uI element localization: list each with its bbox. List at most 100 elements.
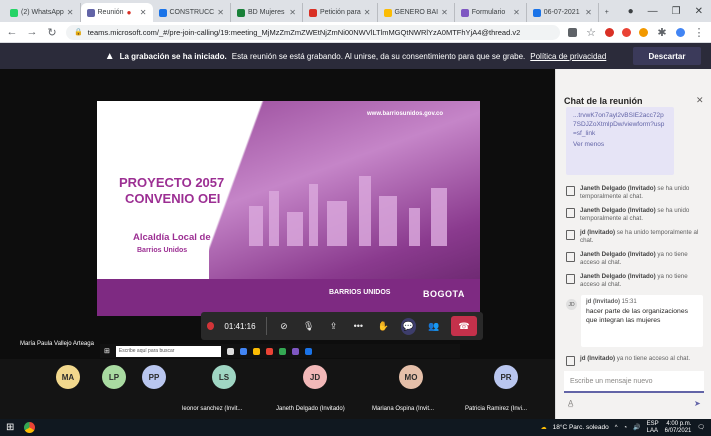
windows-start-icon[interactable]: ⊞: [6, 422, 14, 433]
browser-tab[interactable]: 06-07-2021 ✕: [527, 3, 599, 22]
browser-tab[interactable]: (2) WhatsApp ✕: [4, 3, 81, 22]
menu-icon[interactable]: ⋮: [693, 26, 705, 39]
close-tab-icon[interactable]: ✕: [140, 8, 147, 17]
close-icon[interactable]: ✕: [696, 95, 704, 106]
privacy-policy-link[interactable]: Política de privacidad: [530, 52, 606, 61]
back-icon[interactable]: ←: [6, 26, 18, 38]
chevron-up-icon[interactable]: ^: [615, 425, 618, 431]
profile-icon[interactable]: ●: [628, 6, 634, 17]
network-icon[interactable]: ◔: [624, 425, 628, 431]
format-icon[interactable]: A̲: [568, 399, 573, 408]
volume-icon[interactable]: 🔊: [633, 424, 640, 431]
avatar: JD: [303, 365, 327, 389]
browser-tab[interactable]: Petición para ✕: [303, 3, 378, 22]
raise-hand-icon[interactable]: ✋: [376, 321, 391, 332]
weather-text: 18°C Parc. soleado: [552, 424, 609, 431]
chat-icon[interactable]: 💬: [400, 317, 417, 335]
avatar: JD: [566, 299, 577, 310]
participant-tile[interactable]: JD: [303, 365, 327, 389]
sheets-icon: [236, 8, 245, 17]
new-tab-button[interactable]: +: [599, 3, 617, 22]
meeting-timer: 01:41:16: [224, 321, 256, 331]
avatar: MO: [399, 365, 423, 389]
extension-icon[interactable]: [622, 27, 631, 37]
reload-icon[interactable]: ↻: [46, 26, 58, 39]
more-actions-icon[interactable]: •••: [351, 321, 366, 331]
participant-tile[interactable]: PR: [494, 365, 518, 389]
chat-panel: Chat de la reunión ✕ ...trvwK7on7ayl2vBS…: [555, 69, 711, 419]
chat-title: Chat de la reunión: [564, 96, 643, 106]
browser-tab[interactable]: CONSTRUCC ✕: [153, 3, 231, 22]
send-icon[interactable]: ➤: [694, 399, 701, 408]
browser-tab[interactable]: BD Mujeres ✕: [231, 3, 303, 22]
leave-icon: [566, 356, 575, 366]
chrome-icon[interactable]: [24, 422, 36, 433]
close-tab-icon[interactable]: ✕: [441, 8, 448, 17]
message-bubble[interactable]: jd (Invitado) 15:31 hacer parte de las o…: [581, 295, 703, 347]
camera-icon[interactable]: [568, 27, 577, 37]
weather-icon: ☁: [540, 425, 547, 431]
leave-icon: [566, 274, 575, 284]
forward-icon[interactable]: →: [26, 26, 38, 38]
share-screen-icon[interactable]: ⇪: [326, 321, 341, 332]
system-message: Janeth Delgado (Invitado) ya no tiene ac…: [566, 273, 706, 289]
participants-row: MA LP PP LS JD MO PR leonor sanchez (Inv…: [0, 359, 555, 419]
browser-tab[interactable]: GENERO BAI ✕: [378, 3, 455, 22]
camera-off-icon[interactable]: ⊘: [276, 321, 291, 332]
address-bar-row: ← → ↻ 🔒 teams.microsoft.com/_#/pre-join-c…: [0, 22, 711, 43]
system-message: jd (Invitado) se ha unido temporalmente …: [566, 229, 706, 245]
participant-name: Mariana Ospina (Invit...: [372, 406, 435, 412]
form-link[interactable]: ...trvwK7on7ayl2vBSIE2acc72p7SDJZoXtmlpD…: [573, 112, 664, 137]
minimize-button[interactable]: —: [648, 6, 658, 17]
dismiss-button[interactable]: Descartar: [633, 47, 701, 65]
barrios-unidos-logo: BARRIOS UNIDOS: [329, 289, 391, 296]
drive-icon: [383, 8, 392, 17]
participant-tile[interactable]: MO: [399, 365, 423, 389]
extension-icon[interactable]: [639, 27, 648, 37]
participant-tile[interactable]: LP: [102, 365, 126, 389]
system-message: Janeth Delgado (Invitado) se ha unido te…: [566, 185, 706, 201]
app-icon: [226, 347, 234, 355]
close-window-button[interactable]: ✕: [695, 6, 703, 17]
system-message: Janeth Delgado (Invitado) ya no tiene ac…: [566, 251, 706, 267]
extension-icon[interactable]: [605, 27, 614, 37]
participant-tile[interactable]: MA: [56, 365, 80, 389]
hang-up-button[interactable]: ☎: [451, 316, 477, 336]
notifications-icon[interactable]: 🗨: [697, 424, 705, 431]
system-message: jd (Invitado) ya no tiene acceso al chat…: [566, 355, 706, 366]
mic-off-icon[interactable]: 🎙: [301, 321, 316, 332]
url-field[interactable]: 🔒 teams.microsoft.com/_#/pre-join-calling…: [66, 24, 560, 40]
app-icon: [304, 347, 312, 355]
close-tab-icon[interactable]: ✕: [289, 8, 296, 17]
close-tab-icon[interactable]: ✕: [364, 8, 371, 17]
app-icon: [265, 347, 273, 355]
participant-tile[interactable]: LS: [212, 365, 236, 389]
presenter-name: María Paula Vallejo Arteaga: [20, 341, 94, 347]
account-avatar[interactable]: [676, 27, 685, 37]
see-less-link[interactable]: Ver menos: [573, 140, 667, 149]
browser-tab-active[interactable]: Reunión ● ✕: [80, 3, 153, 22]
close-tab-icon[interactable]: ✕: [67, 8, 74, 17]
language-indicator[interactable]: ESP LAA: [647, 421, 659, 435]
browser-tab-bar: (2) WhatsApp ✕ Reunión ● ✕ CONSTRUCC ✕ BD Mu…: [0, 0, 711, 22]
clock[interactable]: 4:00 p.m. 6/07/2021: [665, 421, 692, 435]
star-icon[interactable]: ☆: [585, 26, 597, 39]
join-icon: [566, 186, 575, 196]
app-icon: [239, 347, 247, 355]
maximize-button[interactable]: ❐: [672, 6, 681, 17]
windows-start-icon: ⊞: [104, 348, 110, 355]
join-icon: [566, 230, 575, 240]
participant-name: Janeth Delgado (Invitado): [276, 406, 345, 412]
browser-tab[interactable]: Formulario ✕: [455, 3, 527, 22]
close-tab-icon[interactable]: ✕: [513, 8, 520, 17]
chat-message: JD jd (Invitado) 15:31 hacer parte de la…: [566, 295, 706, 349]
chat-input[interactable]: Escribe un mensaje nuevo: [564, 371, 704, 393]
puzzle-icon[interactable]: ✱: [656, 26, 668, 39]
participant-tile[interactable]: PP: [142, 365, 166, 389]
close-tab-icon[interactable]: ✕: [585, 8, 592, 17]
avatar: PR: [494, 365, 518, 389]
close-tab-icon[interactable]: ✕: [217, 8, 224, 17]
whatsapp-icon: [10, 8, 18, 17]
lock-icon: 🔒: [74, 29, 83, 36]
participants-icon[interactable]: 👥: [426, 321, 441, 332]
